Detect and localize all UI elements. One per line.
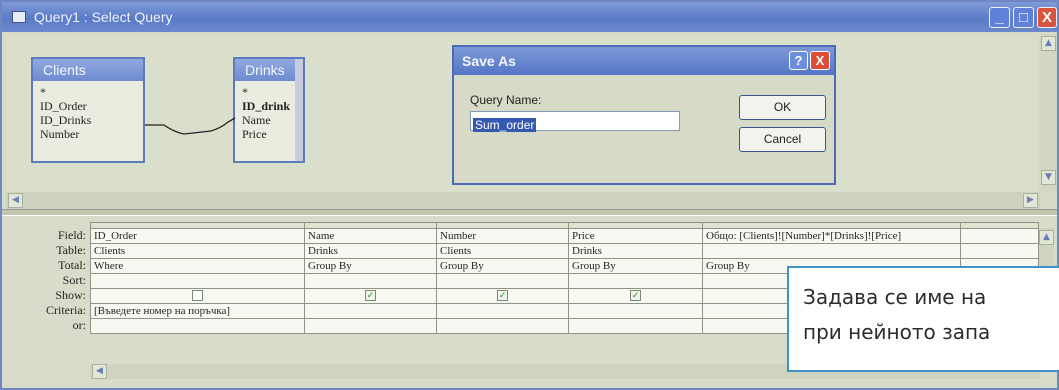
row-label: Field: bbox=[57, 228, 86, 242]
row-label: Criteria: bbox=[46, 303, 86, 317]
or-cell[interactable] bbox=[568, 318, 703, 334]
show-cell: ✓ bbox=[436, 288, 569, 304]
minimize-button[interactable]: _ bbox=[989, 7, 1010, 28]
show-cell bbox=[90, 288, 305, 304]
row-label: Total: bbox=[58, 258, 86, 272]
callout-line-1: Задава се име на bbox=[803, 285, 987, 309]
field-cell[interactable]: Общо: [Clients]![Number]*[Drinks]![Price… bbox=[702, 228, 961, 244]
table-cell[interactable] bbox=[960, 243, 1039, 259]
total-cell[interactable]: Group By bbox=[436, 258, 569, 274]
show-checkbox[interactable]: ✓ bbox=[630, 290, 641, 302]
callout-line-2: при нейното запа bbox=[803, 320, 991, 344]
dialog-title: Save As bbox=[462, 53, 516, 69]
row-label: or: bbox=[72, 318, 86, 332]
scroll-up-arrow-icon[interactable]: ▲ bbox=[1039, 230, 1054, 245]
criteria-cell[interactable]: [Въведете номер на поръчка] bbox=[90, 303, 305, 319]
row-label: Sort: bbox=[62, 273, 86, 287]
explanation-callout: Задава се име на при нейното запа bbox=[787, 266, 1059, 372]
window-title: Query1 : Select Query bbox=[34, 9, 173, 25]
query-window-icon bbox=[12, 11, 26, 23]
show-checkbox[interactable]: ✓ bbox=[497, 290, 508, 302]
sort-cell[interactable] bbox=[90, 273, 305, 289]
table-cell[interactable] bbox=[702, 243, 961, 259]
show-cell: ✓ bbox=[304, 288, 437, 304]
show-cell: ✓ bbox=[568, 288, 703, 304]
row-label: Show: bbox=[55, 288, 86, 302]
pane-splitter[interactable] bbox=[2, 209, 1057, 216]
scroll-left-arrow-icon[interactable]: ◀ bbox=[8, 193, 23, 208]
row-label: Table: bbox=[56, 243, 86, 257]
or-cell[interactable] bbox=[304, 318, 437, 334]
query-name-value: Sum_order bbox=[473, 118, 537, 132]
field-cell[interactable]: Price bbox=[568, 228, 703, 244]
criteria-cell[interactable] bbox=[436, 303, 569, 319]
or-cell[interactable] bbox=[90, 318, 305, 334]
total-cell[interactable]: Group By bbox=[568, 258, 703, 274]
field-row: ID_Order Name Number Price Общо: [Client… bbox=[90, 228, 1039, 244]
show-checkbox[interactable] bbox=[192, 290, 203, 302]
table-cell[interactable]: Clients bbox=[90, 243, 305, 259]
sort-cell[interactable] bbox=[304, 273, 437, 289]
cancel-button[interactable]: Cancel bbox=[739, 127, 826, 152]
table-pane-horizontal-scrollbar[interactable]: ◀ ▶ bbox=[6, 192, 1040, 209]
ok-button[interactable]: OK bbox=[739, 95, 826, 120]
maximize-button[interactable]: □ bbox=[1013, 7, 1034, 28]
row-labels: Field: Table: Total: Sort: Show: Criteri… bbox=[6, 222, 88, 333]
total-cell[interactable]: Where bbox=[90, 258, 305, 274]
table-cell[interactable]: Clients bbox=[436, 243, 569, 259]
show-checkbox[interactable]: ✓ bbox=[365, 290, 376, 302]
close-button[interactable]: X bbox=[1037, 7, 1057, 28]
field-cell[interactable] bbox=[960, 228, 1039, 244]
table-row: Clients Drinks Clients Drinks bbox=[90, 243, 1039, 259]
criteria-cell[interactable] bbox=[304, 303, 437, 319]
join-line bbox=[145, 117, 236, 135]
sort-cell[interactable] bbox=[568, 273, 703, 289]
sort-cell[interactable] bbox=[436, 273, 569, 289]
window-titlebar[interactable]: Query1 : Select Query _ □ X bbox=[2, 2, 1057, 32]
scroll-right-arrow-icon[interactable]: ▶ bbox=[1023, 193, 1038, 208]
field-cell[interactable]: Name bbox=[304, 228, 437, 244]
criteria-cell[interactable] bbox=[568, 303, 703, 319]
scroll-left-arrow-icon[interactable]: ◀ bbox=[92, 364, 107, 379]
field-cell[interactable]: Number bbox=[436, 228, 569, 244]
dialog-title-bar[interactable]: Save As ? X bbox=[454, 47, 834, 75]
field-cell[interactable]: ID_Order bbox=[90, 228, 305, 244]
save-as-dialog: Save As ? X Query Name: Sum_order OK Can… bbox=[452, 45, 836, 185]
help-button[interactable]: ? bbox=[789, 51, 808, 70]
table-cell[interactable]: Drinks bbox=[304, 243, 437, 259]
total-cell[interactable]: Group By bbox=[304, 258, 437, 274]
query-name-label: Query Name: bbox=[470, 93, 542, 107]
dialog-close-button[interactable]: X bbox=[810, 51, 830, 70]
scroll-up-arrow-icon[interactable]: ▲ bbox=[1041, 36, 1056, 51]
table-cell[interactable]: Drinks bbox=[568, 243, 703, 259]
scroll-down-arrow-icon[interactable]: ▼ bbox=[1041, 170, 1056, 185]
table-pane-vertical-scrollbar[interactable]: ▲ ▼ bbox=[1040, 34, 1057, 192]
or-cell[interactable] bbox=[436, 318, 569, 334]
query-name-input[interactable]: Sum_order bbox=[470, 111, 680, 132]
